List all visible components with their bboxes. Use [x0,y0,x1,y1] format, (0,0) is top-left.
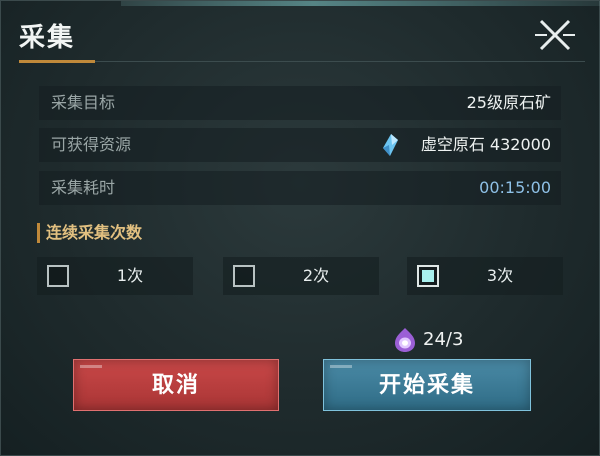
count-option-2[interactable]: 2次 [223,257,379,295]
info-value: 00:15:00 [479,178,551,197]
title-divider [19,61,585,62]
info-row-duration: 采集耗时 00:15:00 [39,171,561,205]
count-option-label: 1次 [116,266,144,285]
close-x-icon [535,19,575,51]
title-accent-bar [19,60,95,63]
crystal-icon [383,134,398,156]
info-label: 采集目标 [51,93,116,112]
info-row-target: 采集目标 25级原石矿 [39,86,561,120]
count-section-label: 连续采集次数 [37,223,142,243]
top-edge-glow [121,1,600,6]
cancel-button[interactable]: 取消 [73,359,279,411]
count-option-label: 2次 [302,266,330,285]
close-button[interactable] [531,13,579,57]
button-corner-mark [330,365,352,368]
checkbox[interactable] [47,265,69,287]
dialog-title: 采集 [19,23,76,53]
info-label: 采集耗时 [51,178,116,197]
button-corner-mark [80,365,102,368]
count-option-3[interactable]: 3次 [407,257,563,295]
stamina-value: 24/3 [423,329,464,350]
info-value: 25级原石矿 [466,93,551,112]
energy-orb-icon [395,328,415,352]
count-option-1[interactable]: 1次 [37,257,193,295]
info-label: 可获得资源 [51,135,132,154]
count-option-label: 3次 [486,266,514,285]
checkbox-checked[interactable] [417,265,439,287]
info-value: 虚空原石 432000 [420,135,551,154]
checkbox[interactable] [233,265,255,287]
start-gather-button[interactable]: 开始采集 [323,359,531,411]
gather-dialog: 采集 采集目标 25级原石矿 可获得资源 虚空原石 432000 采集耗时 00… [0,0,600,456]
cancel-button-label: 取消 [151,373,200,398]
info-row-resource: 可获得资源 虚空原石 432000 [39,128,561,162]
start-gather-button-label: 开始采集 [378,373,475,398]
